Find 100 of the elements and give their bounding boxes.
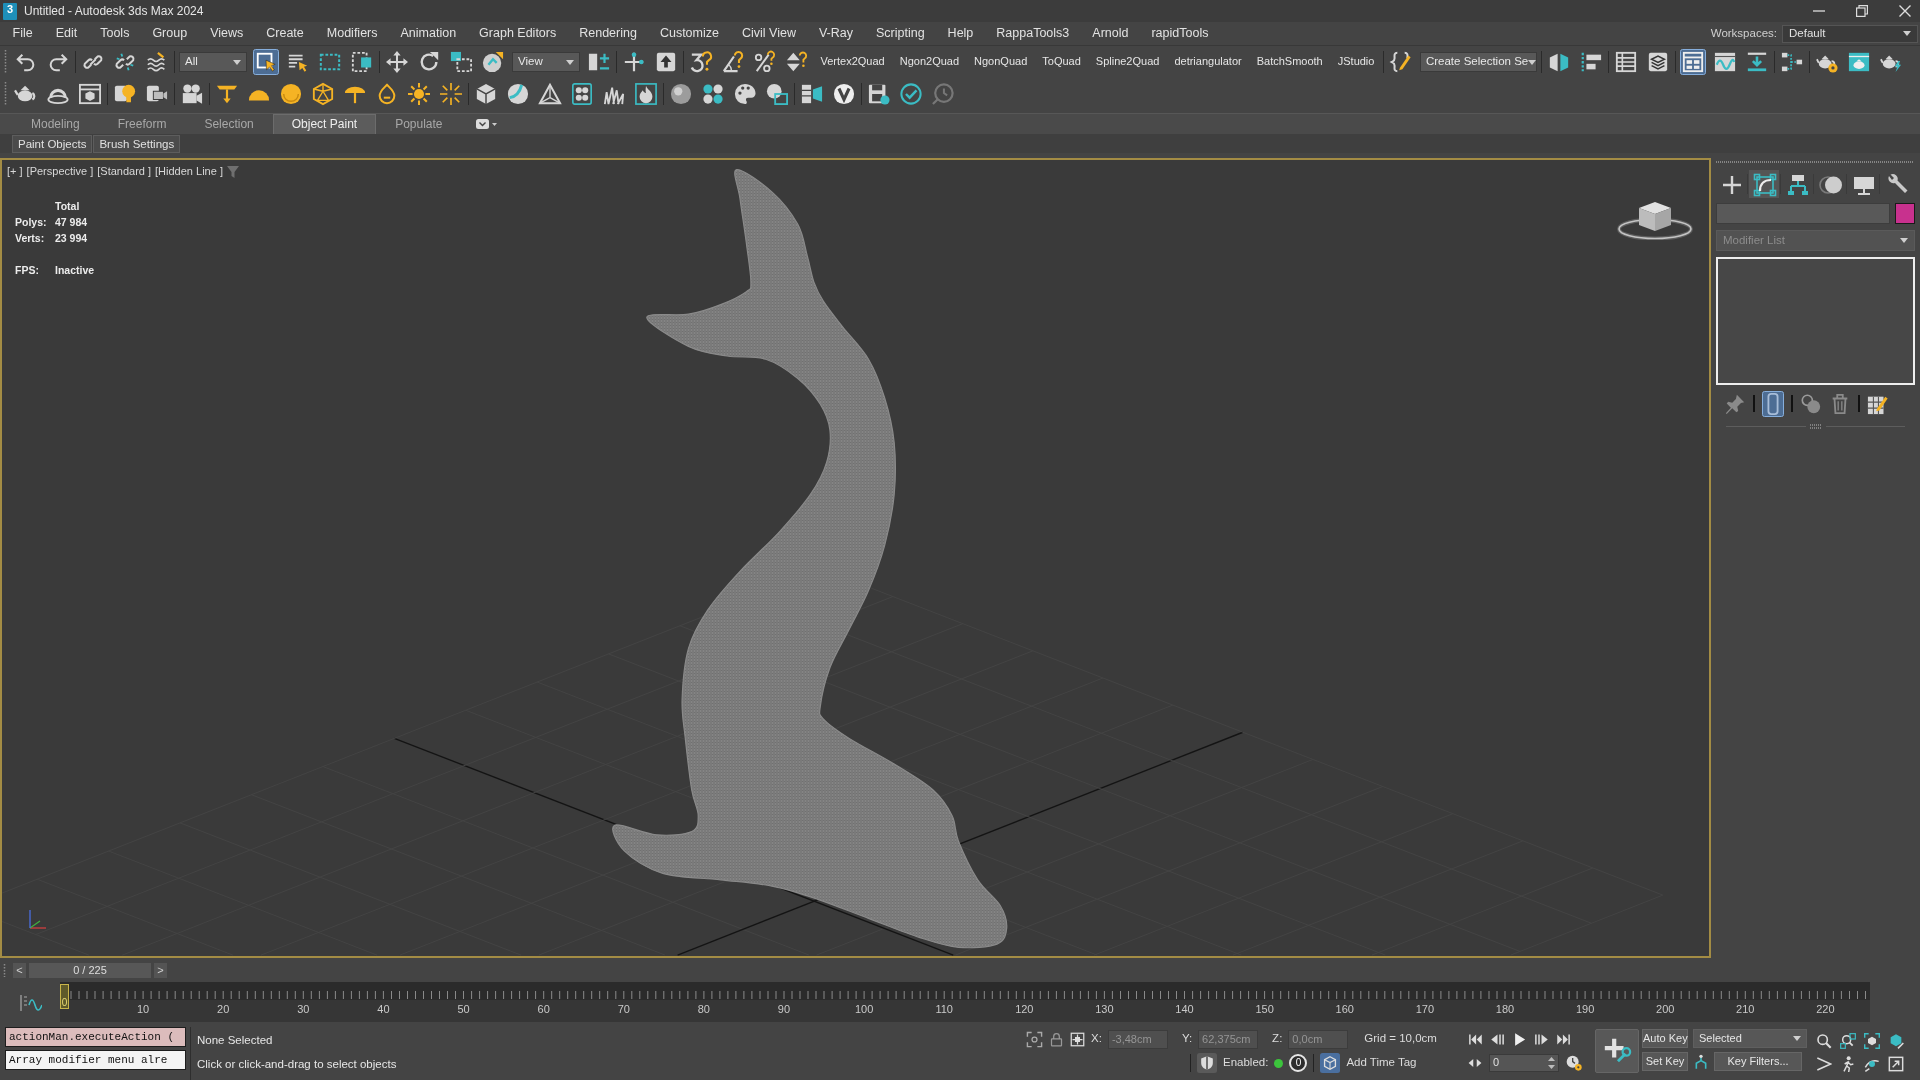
viewport-label[interactable]: [+ ] bbox=[7, 165, 23, 179]
shield-icon[interactable] bbox=[1197, 1053, 1217, 1073]
percent-hook-icon[interactable] bbox=[752, 49, 778, 75]
box-window-icon[interactable] bbox=[77, 81, 103, 107]
move-arrows-icon[interactable] bbox=[384, 49, 410, 75]
sphere-arrow-icon[interactable] bbox=[480, 49, 506, 75]
starburst-icon[interactable] bbox=[438, 81, 464, 107]
menu-item[interactable]: Help bbox=[936, 26, 985, 41]
selection-filter-dropdown[interactable]: All bbox=[179, 52, 247, 72]
next-frame-button[interactable]: > bbox=[154, 962, 167, 978]
toolbar-command[interactable]: JStudio bbox=[1333, 55, 1379, 69]
toolbar-command[interactable]: Vertex2Quad bbox=[816, 55, 890, 69]
grip-handle-icon[interactable] bbox=[3, 962, 6, 978]
play-icon[interactable] bbox=[1512, 1031, 1527, 1047]
track-bar[interactable]: 10 20 30 40 50 60 70 80 90 100 110 120 130 140 150 160 170 180 190 200 210 220 0 bbox=[60, 982, 1870, 1022]
rounded-chevron-icon[interactable] bbox=[475, 118, 497, 130]
shaded-sphere-icon[interactable] bbox=[668, 81, 694, 107]
scale-box-icon[interactable] bbox=[448, 49, 474, 75]
ribbon-panel-button[interactable]: Brush Settings bbox=[93, 134, 181, 153]
dot-grid-icon[interactable] bbox=[569, 81, 595, 107]
frame-corners-icon[interactable] bbox=[1026, 1030, 1043, 1048]
angle-hook-icon[interactable] bbox=[720, 49, 746, 75]
viewport-label[interactable]: [Standard ] bbox=[97, 165, 152, 179]
ribbon-panel-button[interactable]: Paint Objects bbox=[12, 134, 93, 153]
menu-item[interactable]: Animation bbox=[389, 26, 468, 41]
menu-item[interactable]: Views bbox=[198, 26, 255, 41]
grip-handle-icon[interactable] bbox=[4, 49, 7, 75]
restore-icon[interactable] bbox=[1856, 5, 1868, 17]
object-name-field[interactable] bbox=[1716, 203, 1890, 224]
cube-arrow-icon[interactable] bbox=[1888, 1032, 1904, 1049]
reference-coordinate-dropdown[interactable]: View bbox=[512, 52, 580, 72]
geosphere-icon[interactable] bbox=[310, 81, 336, 107]
menu-item[interactable]: V-Ray bbox=[807, 26, 865, 41]
toolbar-command[interactable]: ToQuad bbox=[1037, 55, 1086, 69]
toolbar-command[interactable]: Spline2Quad bbox=[1091, 55, 1164, 69]
close-icon[interactable] bbox=[1899, 5, 1911, 17]
menu-item[interactable]: Create bbox=[254, 26, 316, 41]
menu-item[interactable]: Civil View bbox=[730, 26, 808, 41]
viewport-label[interactable]: [Perspective ] bbox=[26, 165, 94, 179]
ribbon-tab[interactable]: Object Paint bbox=[272, 114, 377, 134]
magnifier-icon[interactable] bbox=[1816, 1032, 1832, 1049]
frame-spinner-field[interactable]: 0 bbox=[1489, 1054, 1559, 1072]
target-square-icon[interactable] bbox=[1070, 1031, 1085, 1047]
current-frame-marker[interactable]: 0 bbox=[60, 984, 69, 1009]
cube-corners-icon[interactable] bbox=[1864, 1032, 1880, 1049]
time-slider-field[interactable]: 0 / 225 bbox=[29, 962, 151, 978]
menu-item[interactable]: RappaTools3 bbox=[984, 26, 1081, 41]
dolphin-wireframe[interactable] bbox=[612, 169, 1008, 949]
modifier-stack-list[interactable] bbox=[1716, 257, 1915, 385]
grip-handle-icon[interactable] bbox=[4, 81, 7, 107]
toolbar-command[interactable]: Ngon2Quad bbox=[895, 55, 964, 69]
ribbon-tab[interactable]: Populate bbox=[376, 114, 462, 134]
maximize-icon[interactable] bbox=[1888, 1055, 1904, 1072]
workspace-dropdown[interactable]: Default bbox=[1782, 24, 1918, 43]
color-swatch-icon[interactable] bbox=[1895, 203, 1915, 224]
sphere-icon[interactable] bbox=[278, 81, 304, 107]
window-panels-icon[interactable] bbox=[1679, 49, 1706, 75]
menu-item[interactable]: Modifiers bbox=[315, 26, 389, 41]
cube-tile-icon[interactable] bbox=[1320, 1053, 1341, 1073]
menu-item[interactable]: Arnold bbox=[1080, 26, 1140, 41]
fork-icon[interactable] bbox=[1693, 1053, 1709, 1070]
menu-item[interactable]: Customize bbox=[648, 26, 731, 41]
menu-item[interactable]: Group bbox=[140, 26, 199, 41]
chevron-circle-icon[interactable] bbox=[831, 81, 857, 107]
resize-grip-icon[interactable] bbox=[1809, 424, 1822, 429]
selection-set-dropdown[interactable]: Create Selection Se bbox=[1419, 52, 1537, 72]
key-set-dropdown[interactable]: Selected bbox=[1693, 1029, 1807, 1048]
bracket-hook-icon[interactable] bbox=[688, 49, 714, 75]
curve-icon[interactable] bbox=[20, 992, 42, 1012]
menu-item[interactable]: Scripting bbox=[864, 26, 937, 41]
palette-icon[interactable] bbox=[732, 81, 758, 107]
wedge-icon[interactable] bbox=[1816, 1055, 1832, 1072]
set-keys-button[interactable] bbox=[1595, 1029, 1639, 1073]
toolbar-command[interactable]: NgonQuad bbox=[969, 55, 1032, 69]
cursor-square-icon[interactable] bbox=[253, 49, 279, 75]
swirl-sphere-icon[interactable] bbox=[505, 81, 531, 107]
check-circle-icon[interactable] bbox=[898, 81, 924, 107]
toolbar-command[interactable]: BatchSmooth bbox=[1252, 55, 1328, 69]
previous-frame-button[interactable]: < bbox=[13, 962, 26, 978]
auto-key-button[interactable]: Auto Key bbox=[1642, 1029, 1688, 1048]
ribbon-tab[interactable]: Modeling bbox=[12, 114, 99, 134]
menu-item[interactable]: Graph Editors bbox=[467, 26, 568, 41]
toolbar-command[interactable]: detriangulator bbox=[1169, 55, 1247, 69]
magnifier-squares-icon[interactable] bbox=[1840, 1032, 1856, 1049]
curve-frame-icon[interactable] bbox=[1749, 170, 1779, 198]
lock-icon[interactable] bbox=[1049, 1031, 1064, 1047]
degradation-button[interactable]: 0 bbox=[1289, 1054, 1308, 1072]
capsule-icon[interactable] bbox=[1762, 390, 1784, 417]
menu-item[interactable]: Tools bbox=[88, 26, 141, 41]
menu-item[interactable]: File bbox=[1, 26, 45, 41]
sun-icon[interactable] bbox=[406, 81, 432, 107]
clock-gear-icon[interactable] bbox=[1566, 1055, 1582, 1071]
script-input-field[interactable]: actionMan.executeAction ( bbox=[5, 1027, 186, 1047]
four-dots-icon[interactable] bbox=[700, 81, 726, 107]
menu-item[interactable]: rapidTools bbox=[1139, 26, 1220, 41]
sphere-frame-icon[interactable] bbox=[764, 81, 790, 107]
set-key-button[interactable]: Set Key bbox=[1642, 1052, 1688, 1071]
menu-item[interactable]: Edit bbox=[44, 26, 89, 41]
pyramid-icon[interactable] bbox=[537, 81, 563, 107]
spinner-arrows-icon[interactable] bbox=[1548, 1057, 1555, 1069]
